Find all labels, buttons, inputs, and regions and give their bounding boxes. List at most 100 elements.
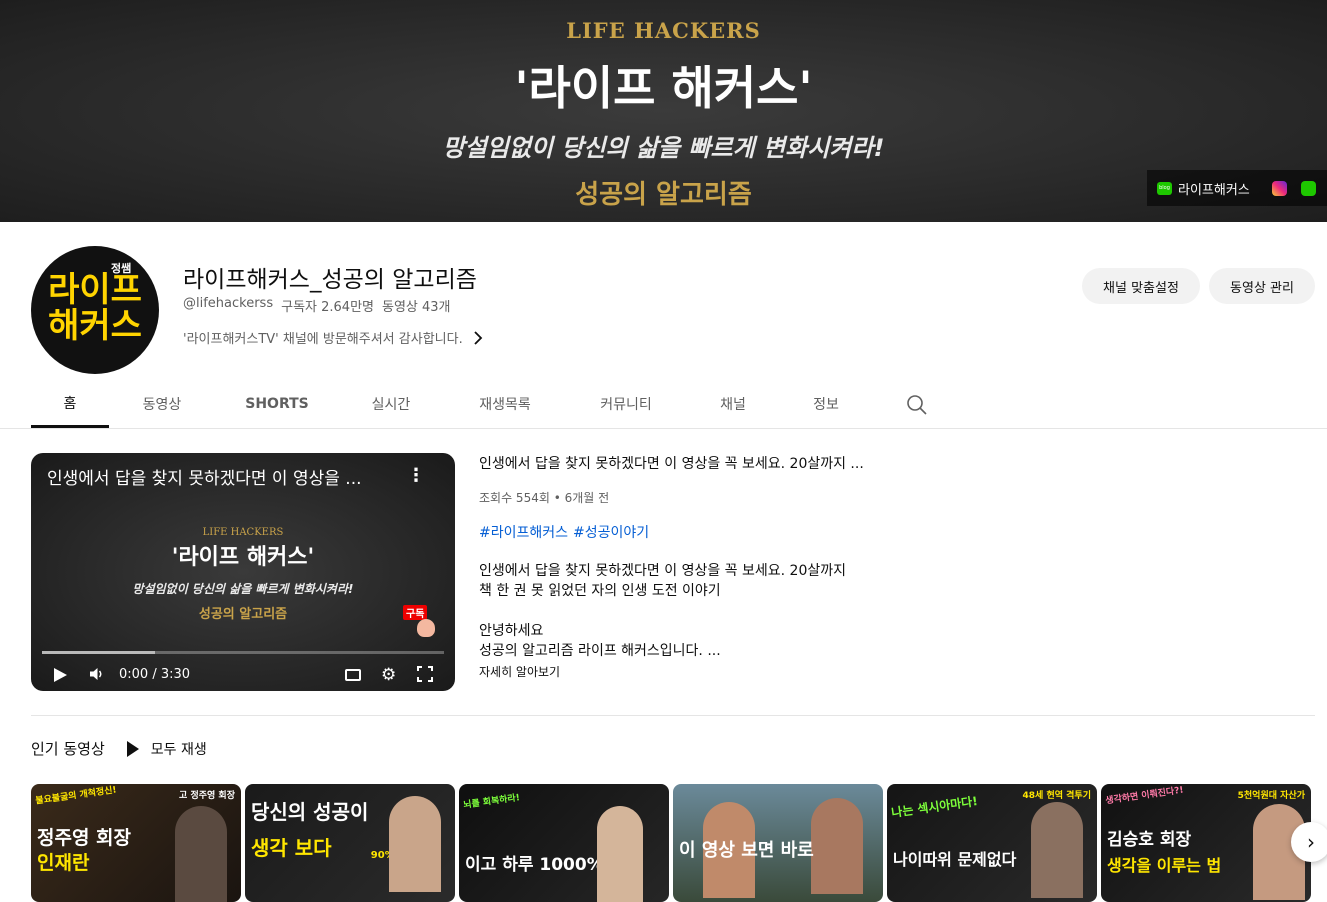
player-thumb-subtitle: LIFE HACKERS bbox=[202, 527, 284, 538]
thumb-title: 당신의 성공이 bbox=[251, 800, 369, 824]
play-all-label: 모두 재생 bbox=[150, 741, 207, 758]
tab-playlists[interactable]: 재생목록 bbox=[443, 380, 567, 428]
channel-description-text: '라이프해커스TV' 채널에 방문해주셔서 감사합니다. bbox=[183, 332, 463, 347]
thumb-subtitle: 이 영상 보면 바로 bbox=[679, 840, 814, 861]
description-line: 인생에서 답을 찾지 못하겠다면 이 영상을 꼭 보세요. 20살까지 bbox=[479, 563, 846, 579]
buffered-bar bbox=[42, 651, 155, 654]
subtitles-icon[interactable] bbox=[345, 669, 361, 681]
manage-videos-button[interactable]: 동영상 관리 bbox=[1209, 268, 1315, 304]
subscribe-badge-label: 구독 bbox=[403, 605, 428, 620]
video-thumbnail[interactable]: 이 영상 보면 바로 bbox=[673, 784, 883, 902]
thumb-person bbox=[811, 798, 863, 894]
description-line: 성공의 알고리즘 라이프 해커스입니다. ... bbox=[479, 643, 721, 659]
tab-videos[interactable]: 동영상 bbox=[109, 380, 215, 428]
player-thumb-tagline: 망설임없이 당신의 삶을 빠르게 변화시켜라! bbox=[132, 582, 354, 596]
fullscreen-icon[interactable] bbox=[417, 666, 433, 682]
progress-bar[interactable] bbox=[42, 651, 444, 654]
video-thumbnail[interactable]: 당신의 성공이 생각 보다 90%는 안해요 bbox=[245, 784, 455, 902]
instagram-icon[interactable] bbox=[1271, 180, 1287, 196]
featured-video-player[interactable]: 인생에서 답을 찾지 못하겠다면 이 영상을 ... ⋮ LIFE HACKER… bbox=[31, 453, 455, 691]
thumb-subtitle: 나이따위 문제없다 bbox=[893, 850, 1017, 869]
volume-icon[interactable] bbox=[89, 666, 105, 682]
thumb-caption: 나는 섹시아마다! bbox=[890, 794, 979, 820]
thumb-caption: 고 정주영 회장 bbox=[179, 791, 235, 801]
featured-video-title[interactable]: 인생에서 답을 찾지 못하겠다면 이 영상을 꼭 보세요. 20살까지 ... bbox=[479, 453, 864, 473]
tab-shorts[interactable]: SHORTS bbox=[215, 380, 339, 428]
avatar-line1: 라이프 bbox=[48, 270, 142, 310]
banner-link-label[interactable]: 라이프해커스 bbox=[1178, 179, 1250, 198]
video-thumbnail[interactable]: 생각하면 이뤄진다?! 5천억원대 자산가 김승호 회장 생각을 이루는 법 bbox=[1101, 784, 1311, 902]
hand-cursor-icon bbox=[417, 619, 435, 637]
video-thumbnail[interactable]: 불요불굴의 개척정신! 고 정주영 회장 정주영 회장 인재란 bbox=[31, 784, 241, 902]
player-thumb-footer: 성공의 알고리즘 bbox=[198, 607, 288, 622]
channel-meta: @lifehackerss 구독자 2.64만명 동영상 43개 bbox=[183, 296, 451, 315]
thumb-title: 김승호 회장 bbox=[1107, 830, 1192, 850]
thumb-subtitle: 이고 하루 1000% bbox=[465, 855, 604, 875]
thumb-subtitle: 인재란 bbox=[37, 852, 90, 874]
avatar-line2: 해커스 bbox=[48, 306, 142, 346]
tabs-divider bbox=[0, 428, 1327, 429]
player-title[interactable]: 인생에서 답을 찾지 못하겠다면 이 영상을 ... bbox=[47, 464, 407, 489]
chevron-right-icon bbox=[474, 330, 482, 345]
search-icon[interactable] bbox=[906, 394, 928, 416]
thumb-caption: 불요불굴의 개척정신! bbox=[34, 785, 118, 807]
player-thumb-title: '라이프 해커스' bbox=[171, 544, 315, 570]
thumb-person bbox=[389, 796, 441, 892]
popular-heading: 인기 동영상 bbox=[31, 740, 105, 758]
video-thumbnail[interactable]: 나는 섹시아마다! 48세 현역 격투기 나이따위 문제없다 bbox=[887, 784, 1097, 902]
tab-channels[interactable]: 채널 bbox=[685, 380, 781, 428]
video-count: 동영상 43개 bbox=[382, 300, 451, 315]
video-thumbnail[interactable]: 뇌를 회복하라! 이고 하루 1000% bbox=[459, 784, 669, 902]
blog-icon[interactable]: blog bbox=[1157, 181, 1172, 195]
hashtag-link[interactable]: #라이프해커스 bbox=[479, 522, 568, 542]
description-line: 안녕하세요 bbox=[479, 623, 544, 639]
channel-description[interactable]: '라이프해커스TV' 채널에 방문해주셔서 감사합니다. bbox=[183, 328, 483, 347]
featured-video-stats: 조회수 554회 • 6개월 전 bbox=[479, 491, 610, 505]
thumb-title: 정주영 회장 bbox=[37, 827, 132, 849]
play-icon bbox=[126, 740, 139, 757]
banner-tagline: 망설임없이 당신의 삶을 빠르게 변화시켜라! bbox=[442, 134, 885, 162]
banner-footer: 성공의 알고리즘 bbox=[575, 180, 752, 210]
thumb-person bbox=[1031, 802, 1083, 898]
subscriber-count: 구독자 2.64만명 bbox=[281, 300, 374, 315]
chevron-right-icon[interactable]: › bbox=[1291, 822, 1327, 862]
tab-about[interactable]: 정보 bbox=[781, 380, 871, 428]
popular-videos-row: 불요불굴의 개척정신! 고 정주영 회장 정주영 회장 인재란 당신의 성공이 … bbox=[31, 784, 1311, 902]
tab-community[interactable]: 커뮤니티 bbox=[567, 380, 685, 428]
featured-video-tags: #라이프해커스 #성공이야기 bbox=[479, 522, 649, 542]
description-line: 책 한 권 못 읽었던 자의 인생 도전 이야기 bbox=[479, 583, 721, 599]
thumb-subtitle: 생각 보다 bbox=[251, 836, 332, 860]
channel-name: 라이프해커스_성공의 알고리즘 bbox=[183, 267, 477, 293]
more-vert-icon[interactable]: ⋮ bbox=[407, 465, 425, 486]
tab-live[interactable]: 실시간 bbox=[339, 380, 443, 428]
description-line bbox=[479, 601, 846, 621]
section-divider bbox=[31, 715, 1315, 716]
thumb-person bbox=[175, 806, 227, 902]
channel-tabs: 홈 동영상 SHORTS 실시간 재생목록 커뮤니티 채널 정보 bbox=[31, 380, 871, 428]
thumb-caption: 생각하면 이뤄진다?! bbox=[1104, 785, 1185, 807]
subscribe-badge: 구독 bbox=[403, 605, 443, 639]
tab-home[interactable]: 홈 bbox=[31, 380, 109, 428]
customize-channel-button[interactable]: 채널 맞춤설정 bbox=[1082, 268, 1200, 304]
channel-avatar[interactable]: 정쌤 라이프 해커스 bbox=[31, 246, 159, 374]
featured-video-description: 인생에서 답을 찾지 못하겠다면 이 영상을 꼭 보세요. 20살까지 책 한 … bbox=[479, 561, 846, 661]
player-controls: 0:00 / 3:30 ⚙ bbox=[31, 661, 455, 691]
channel-handle: @lifehackerss bbox=[183, 296, 274, 311]
thumb-caption: 뇌를 회복하라! bbox=[462, 793, 521, 811]
banner-links: blog 라이프해커스 bbox=[1147, 170, 1327, 206]
hashtag-link[interactable]: #성공이야기 bbox=[573, 522, 649, 542]
thumb-subtitle: 생각을 이루는 법 bbox=[1107, 856, 1222, 875]
player-time: 0:00 / 3:30 bbox=[119, 667, 191, 682]
channel-banner: LIFE HACKERS '라이프 해커스' 망설임없이 당신의 삶을 빠르게 … bbox=[0, 0, 1327, 222]
read-more-link[interactable]: 자세히 알아보기 bbox=[479, 663, 560, 680]
banner-title: '라이프 해커스' bbox=[514, 61, 813, 115]
thumb-caption: 48세 현역 격투기 bbox=[1022, 791, 1091, 801]
play-all-button[interactable]: 모두 재생 bbox=[126, 739, 207, 759]
thumb-caption: 5천억원대 자산가 bbox=[1237, 791, 1305, 801]
settings-gear-icon[interactable]: ⚙ bbox=[381, 666, 396, 684]
play-icon[interactable] bbox=[54, 668, 67, 682]
cafe-icon[interactable] bbox=[1300, 180, 1316, 196]
thumb-person bbox=[597, 806, 643, 902]
popular-section-header: 인기 동영상 모두 재생 bbox=[31, 738, 207, 759]
banner-subtitle: LIFE HACKERS bbox=[566, 18, 761, 43]
